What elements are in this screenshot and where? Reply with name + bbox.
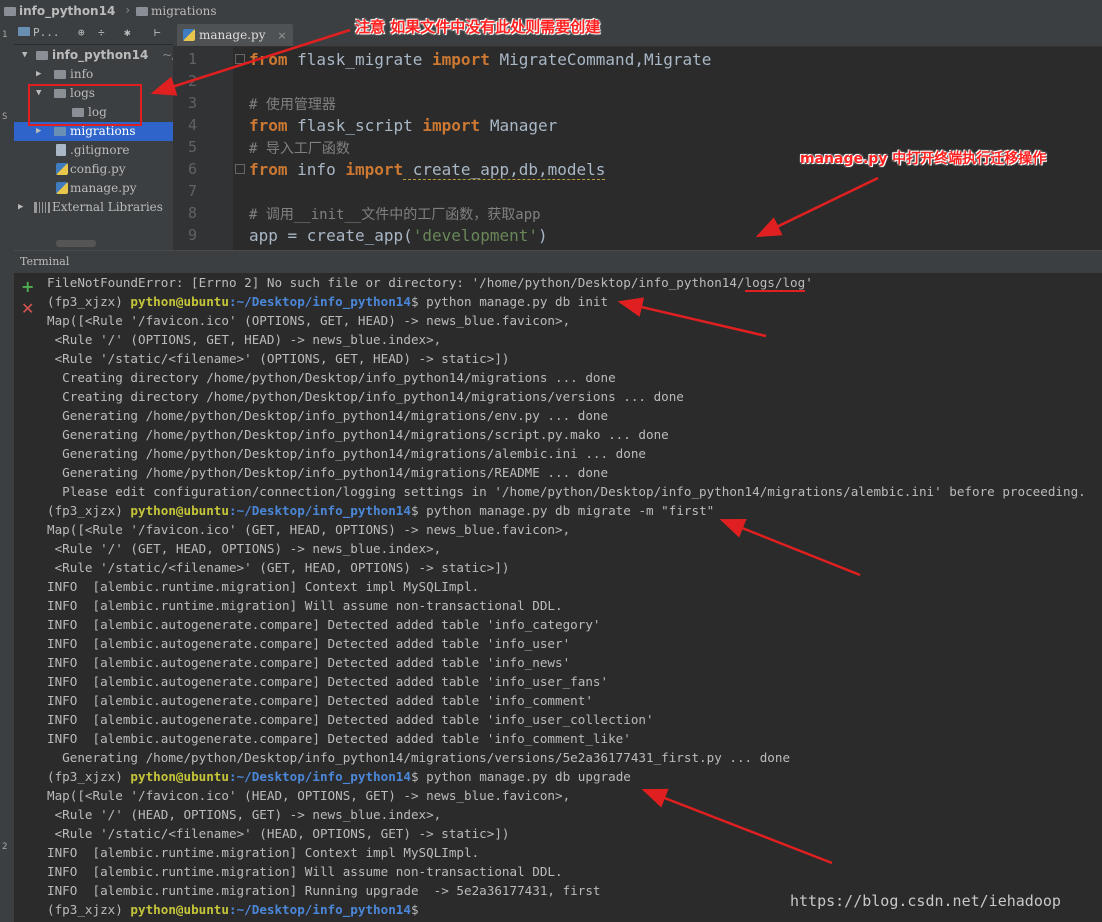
- watermark: https://blog.csdn.net/iehadoop: [790, 892, 1061, 910]
- arrow-icon: [617, 297, 767, 338]
- arrow-icon: [755, 176, 879, 238]
- arrow-icon: [641, 788, 833, 865]
- arrow-icon: [150, 28, 351, 96]
- annotation-arrows: [150, 28, 879, 865]
- arrow-icon: [719, 518, 861, 577]
